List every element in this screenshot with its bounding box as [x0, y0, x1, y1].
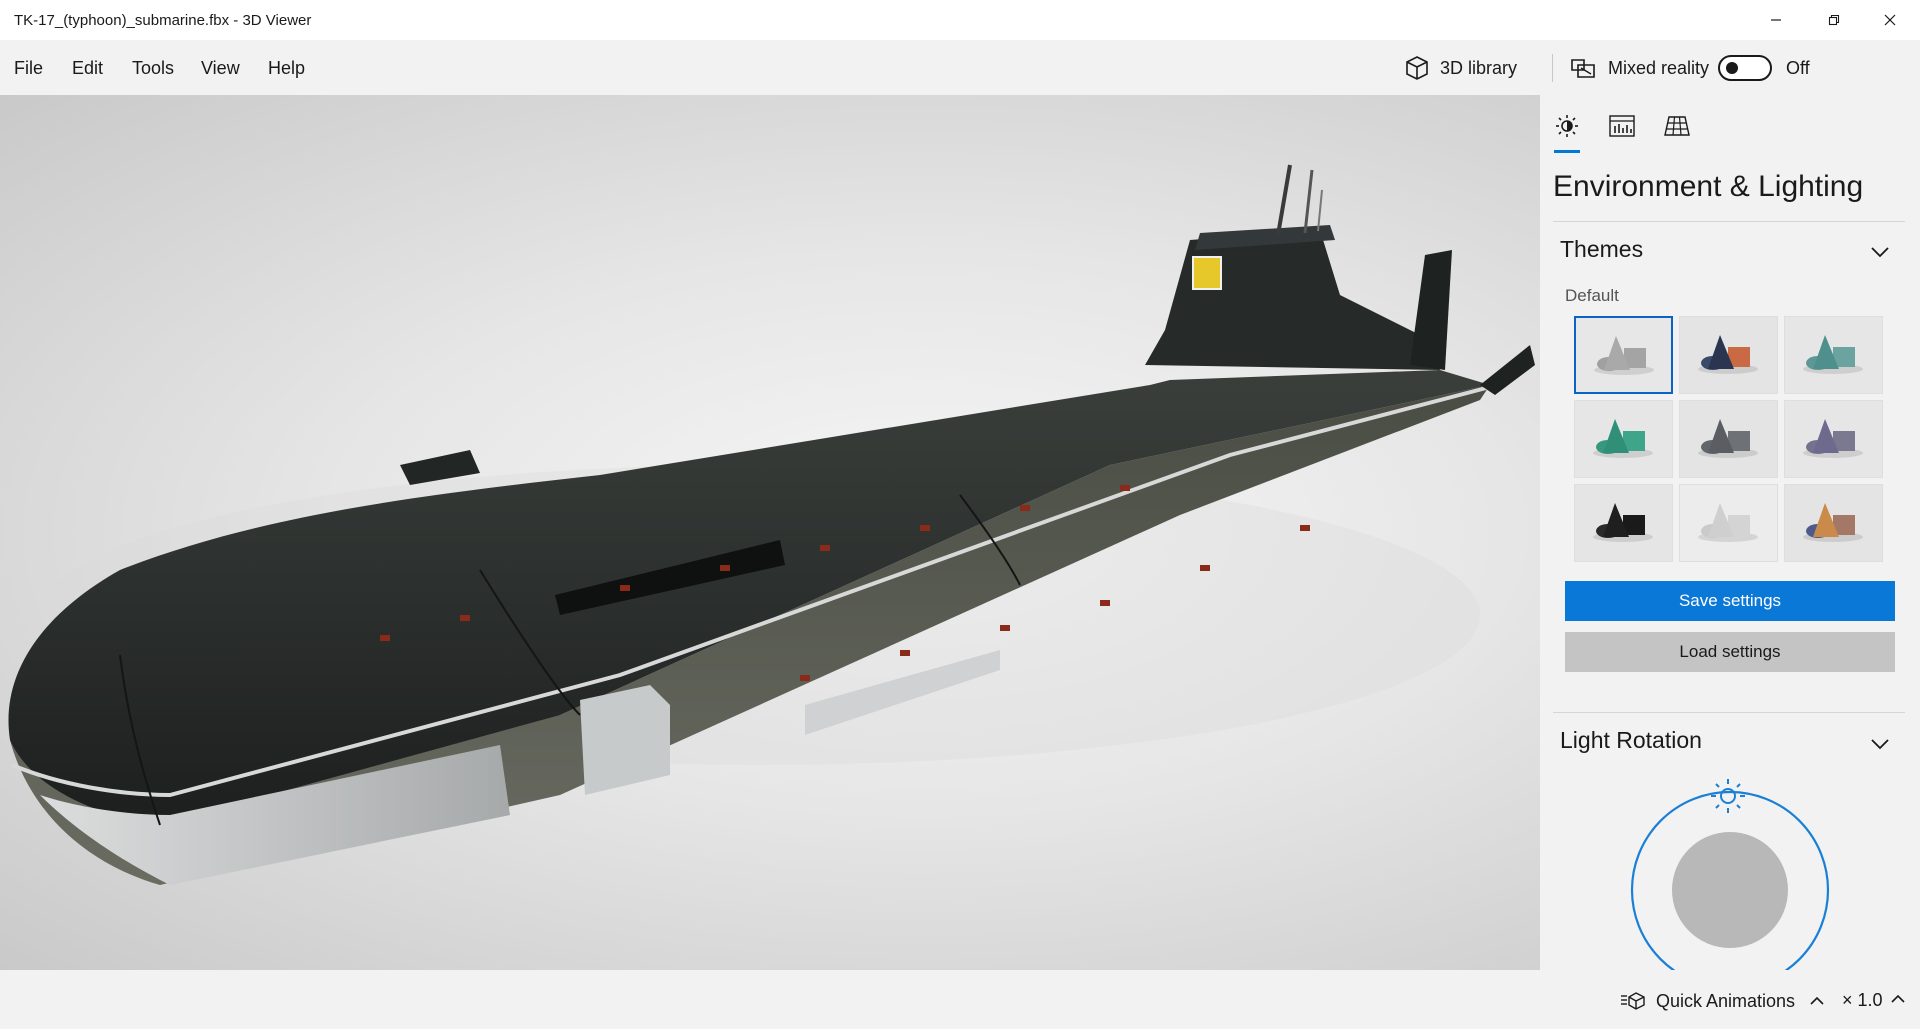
theme-preview	[1698, 419, 1758, 458]
active-tab-indicator	[1554, 150, 1580, 153]
conning-tower	[1145, 230, 1440, 370]
load-settings-button[interactable]: Load settings	[1565, 632, 1895, 672]
quick-animations-button[interactable]: Quick Animations	[1620, 990, 1835, 1012]
periscope-1	[1276, 164, 1292, 236]
theme-swatch[interactable]	[1574, 400, 1673, 478]
theme-swatch[interactable]	[1574, 316, 1673, 394]
submarine-model	[8, 164, 1535, 885]
animation-icon	[1621, 992, 1645, 1010]
theme-preview	[1593, 503, 1653, 542]
close-button[interactable]	[1862, 0, 1918, 40]
theme-swatch[interactable]	[1784, 484, 1883, 562]
theme-swatch[interactable]	[1784, 400, 1883, 478]
divider-top	[1553, 221, 1905, 222]
title-bar: TK-17_(typhoon)_submarine.fbx - 3D Viewe…	[0, 0, 1920, 40]
3d-viewport[interactable]	[0, 95, 1540, 970]
tail-fin	[1410, 250, 1452, 370]
stats-icon	[1609, 115, 1635, 137]
menu-help[interactable]: Help	[268, 58, 305, 79]
sun-icon[interactable]	[1711, 779, 1745, 813]
tower-emblem	[1192, 256, 1222, 290]
chevron-down-icon[interactable]	[1870, 737, 1890, 751]
sun-icon	[1556, 115, 1578, 137]
mixed-reality-button[interactable]: Mixed reality	[1570, 52, 1709, 84]
theme-preview	[1698, 335, 1758, 374]
3d-library-label: 3D library	[1440, 57, 1518, 78]
mixed-reality-state: Off	[1786, 58, 1810, 78]
hull-panel-mid	[580, 685, 670, 795]
minimize-icon	[1771, 19, 1781, 21]
minimize-button[interactable]	[1748, 0, 1804, 40]
theme-preview	[1803, 419, 1863, 458]
tail-plane	[1480, 345, 1535, 395]
themes-title[interactable]: Themes	[1560, 236, 1643, 263]
light-rotation-title[interactable]: Light Rotation	[1560, 727, 1702, 754]
theme-swatch[interactable]	[1679, 484, 1778, 562]
close-icon	[1884, 14, 1896, 26]
cube-icon	[1406, 56, 1428, 80]
antenna	[1317, 189, 1323, 232]
menu-view[interactable]: View	[201, 58, 240, 79]
theme-preview	[1803, 335, 1863, 374]
restore-button[interactable]	[1806, 0, 1862, 40]
light-rotation-dial[interactable]	[1620, 775, 1840, 970]
playback-speed[interactable]: × 1.0	[1842, 990, 1883, 1011]
periscope-2	[1303, 169, 1314, 234]
chevron-up-icon[interactable]	[1809, 996, 1825, 1006]
theme-swatch[interactable]	[1679, 316, 1778, 394]
menu-file[interactable]: File	[14, 58, 43, 79]
chevron-up-icon[interactable]	[1890, 994, 1906, 1004]
quick-animations-label: Quick Animations	[1656, 990, 1796, 1011]
divider-mid	[1553, 712, 1905, 713]
themes-subtitle: Default	[1565, 286, 1619, 305]
theme-preview	[1803, 503, 1863, 542]
mixed-reality-toggle[interactable]	[1718, 55, 1772, 81]
mixed-reality-icon	[1571, 59, 1595, 78]
3d-library-button[interactable]: 3D library	[1404, 52, 1517, 84]
tab-lighting[interactable]	[1552, 111, 1582, 141]
tab-stats[interactable]	[1607, 111, 1637, 141]
restore-icon	[1828, 14, 1840, 26]
menu-separator	[1552, 54, 1553, 82]
menu-edit[interactable]: Edit	[72, 58, 103, 79]
window-title: TK-17_(typhoon)_submarine.fbx - 3D Viewe…	[14, 12, 312, 29]
theme-preview	[1593, 419, 1653, 458]
theme-preview	[1594, 336, 1654, 375]
theme-preview	[1698, 503, 1758, 542]
panel-title: Environment & Lighting	[1553, 170, 1864, 203]
theme-swatch[interactable]	[1784, 316, 1883, 394]
tab-grid[interactable]	[1662, 111, 1692, 141]
theme-swatch[interactable]	[1679, 400, 1778, 478]
mixed-reality-label: Mixed reality	[1608, 57, 1710, 78]
dial-knob[interactable]	[1672, 832, 1788, 948]
grid-icon	[1664, 116, 1690, 136]
toggle-knob	[1726, 62, 1738, 74]
theme-swatch[interactable]	[1574, 484, 1673, 562]
chevron-down-icon[interactable]	[1870, 245, 1890, 259]
save-settings-button[interactable]: Save settings	[1565, 581, 1895, 621]
menu-tools[interactable]: Tools	[132, 58, 174, 79]
